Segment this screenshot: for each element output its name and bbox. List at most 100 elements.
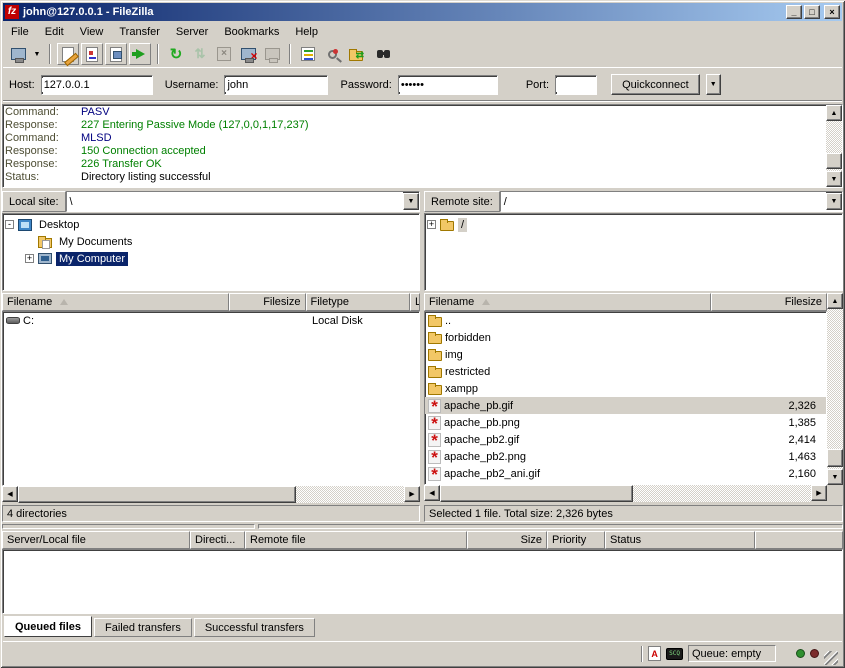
remote-file-row[interactable]: xampp	[425, 380, 826, 397]
toolbar-separator	[289, 44, 291, 64]
host-field-frame	[41, 75, 153, 95]
my-documents-icon	[38, 238, 52, 248]
local-horizontal-scrollbar[interactable]: ◀ ▶	[2, 486, 420, 503]
tree-item-desktop[interactable]: - Desktop	[5, 216, 417, 233]
queue-size-indicator: Queue: empty	[688, 645, 776, 662]
close-button[interactable]: ×	[824, 5, 840, 19]
menu-file[interactable]: File	[3, 24, 37, 40]
remote-file-row[interactable]: forbidden	[425, 329, 826, 346]
scroll-left-icon[interactable]: ◀	[424, 485, 440, 501]
scroll-left-icon[interactable]: ◀	[2, 486, 18, 502]
column-status[interactable]: Status	[605, 531, 755, 549]
combo-dropdown-icon[interactable]: ▼	[403, 193, 419, 210]
remote-file-row[interactable]: apache_pb2_ani.gif 2,160	[425, 465, 826, 482]
log-line: Response:226 Transfer OK	[5, 158, 824, 171]
tab-queued-files[interactable]: Queued files	[4, 616, 92, 637]
remote-file-row[interactable]: img	[425, 346, 826, 363]
remote-file-row[interactable]: apache_pb2.gif 2,414	[425, 431, 826, 448]
filter-icon[interactable]	[297, 43, 319, 65]
tab-successful-transfers[interactable]: Successful transfers	[194, 618, 315, 637]
column-direction[interactable]: Directi...	[190, 531, 245, 549]
queue-list-body[interactable]	[2, 549, 843, 614]
column-filename[interactable]: Filename	[2, 293, 229, 311]
quickconnect-button[interactable]: Quickconnect	[611, 74, 700, 95]
remote-file-row-selected[interactable]: apache_pb.gif 2,326	[425, 397, 826, 414]
process-queue-icon[interactable]: ⇅	[189, 43, 211, 65]
scroll-right-icon[interactable]: ▶	[811, 485, 827, 501]
image-file-icon	[428, 450, 441, 464]
resize-grip[interactable]	[824, 651, 838, 665]
menu-server[interactable]: Server	[168, 24, 216, 40]
remote-list-body: .. forbidden img restricted	[424, 311, 827, 485]
column-size[interactable]: Size	[467, 531, 547, 549]
password-input[interactable]	[399, 78, 497, 92]
site-manager-dropdown-icon[interactable]: ▼	[31, 43, 43, 65]
local-site-combo[interactable]: \ ▼	[66, 191, 420, 212]
menu-transfer[interactable]: Transfer	[111, 24, 168, 40]
scroll-up-icon[interactable]: ▲	[826, 105, 842, 121]
queue-splitter[interactable]	[258, 524, 843, 529]
column-last-modified[interactable]: L	[410, 293, 420, 311]
remote-site-combo[interactable]: / ▼	[500, 191, 843, 212]
column-remote-file[interactable]: Remote file	[245, 531, 467, 549]
directory-comparison-icon[interactable]	[321, 43, 343, 65]
toggle-log-view-icon[interactable]	[57, 43, 79, 65]
quickconnect-dropdown-icon[interactable]: ▼	[706, 74, 721, 95]
toggle-remote-tree-icon[interactable]	[105, 43, 127, 65]
scroll-right-icon[interactable]: ▶	[404, 486, 420, 502]
synchronized-browsing-icon[interactable]	[345, 43, 367, 65]
remote-file-row[interactable]: ..	[425, 312, 826, 329]
menu-edit[interactable]: Edit	[37, 24, 72, 40]
tree-item-my-computer[interactable]: + My Computer	[5, 250, 417, 267]
remote-vertical-scrollbar[interactable]: ▲ ▼	[827, 293, 843, 485]
combo-dropdown-icon[interactable]: ▼	[826, 193, 842, 210]
remote-file-row[interactable]: apache_pb.png 1,385	[425, 414, 826, 431]
local-file-row[interactable]: C: Local Disk	[3, 312, 419, 329]
remote-file-row[interactable]: restricted	[425, 363, 826, 380]
menu-view[interactable]: View	[72, 24, 112, 40]
refresh-icon[interactable]: ↻	[165, 43, 187, 65]
transfer-type-icon: A	[648, 646, 661, 661]
column-filetype[interactable]: Filetype	[306, 293, 411, 311]
port-input[interactable]	[556, 78, 596, 92]
sort-ascending-icon	[482, 299, 490, 305]
log-vertical-scrollbar[interactable]: ▲ ▼	[826, 105, 842, 187]
remote-horizontal-scrollbar[interactable]: ◀ ▶	[424, 485, 827, 502]
tab-failed-transfers[interactable]: Failed transfers	[94, 618, 192, 637]
column-server-local-file[interactable]: Server/Local file	[2, 531, 190, 549]
scroll-up-icon[interactable]: ▲	[827, 293, 843, 309]
port-field-frame	[555, 75, 597, 95]
scroll-down-icon[interactable]: ▼	[826, 171, 842, 187]
toggle-local-tree-icon[interactable]	[81, 43, 103, 65]
toggle-queue-icon[interactable]	[129, 43, 151, 65]
folder-icon	[428, 368, 442, 378]
cancel-operation-icon[interactable]: ×	[213, 43, 235, 65]
reconnect-icon[interactable]	[261, 43, 283, 65]
queue-splitter[interactable]	[2, 524, 255, 529]
tree-item-my-documents[interactable]: My Documents	[5, 233, 417, 250]
menu-help[interactable]: Help	[287, 24, 326, 40]
username-input[interactable]	[225, 78, 327, 92]
column-filesize[interactable]: Filesize	[229, 293, 306, 311]
column-priority[interactable]: Priority	[547, 531, 605, 549]
menu-bookmarks[interactable]: Bookmarks	[216, 24, 287, 40]
image-file-icon	[428, 399, 441, 413]
column-filesize[interactable]: Filesize	[711, 293, 827, 311]
tree-item-root[interactable]: + /	[427, 216, 840, 233]
minimize-button[interactable]: _	[786, 5, 802, 19]
expand-icon[interactable]: +	[25, 254, 34, 263]
title-bar[interactable]: fz john@127.0.0.1 - FileZilla _ □ ×	[3, 3, 842, 21]
scroll-down-icon[interactable]: ▼	[827, 469, 843, 485]
disconnect-icon[interactable]: ×	[237, 43, 259, 65]
folder-icon	[428, 351, 442, 361]
site-manager-icon[interactable]	[7, 43, 29, 65]
column-filename[interactable]: Filename	[424, 293, 711, 311]
collapse-icon[interactable]: -	[5, 220, 14, 229]
find-files-icon[interactable]	[369, 43, 391, 65]
folder-icon	[428, 334, 442, 344]
host-input[interactable]	[42, 78, 152, 92]
expand-icon[interactable]: +	[427, 220, 436, 229]
maximize-button[interactable]: □	[804, 5, 820, 19]
remote-file-row[interactable]: apache_pb2.png 1,463	[425, 448, 826, 465]
quickconnect-bar: Host: Username: Password: Port: Quickcon…	[3, 69, 842, 101]
